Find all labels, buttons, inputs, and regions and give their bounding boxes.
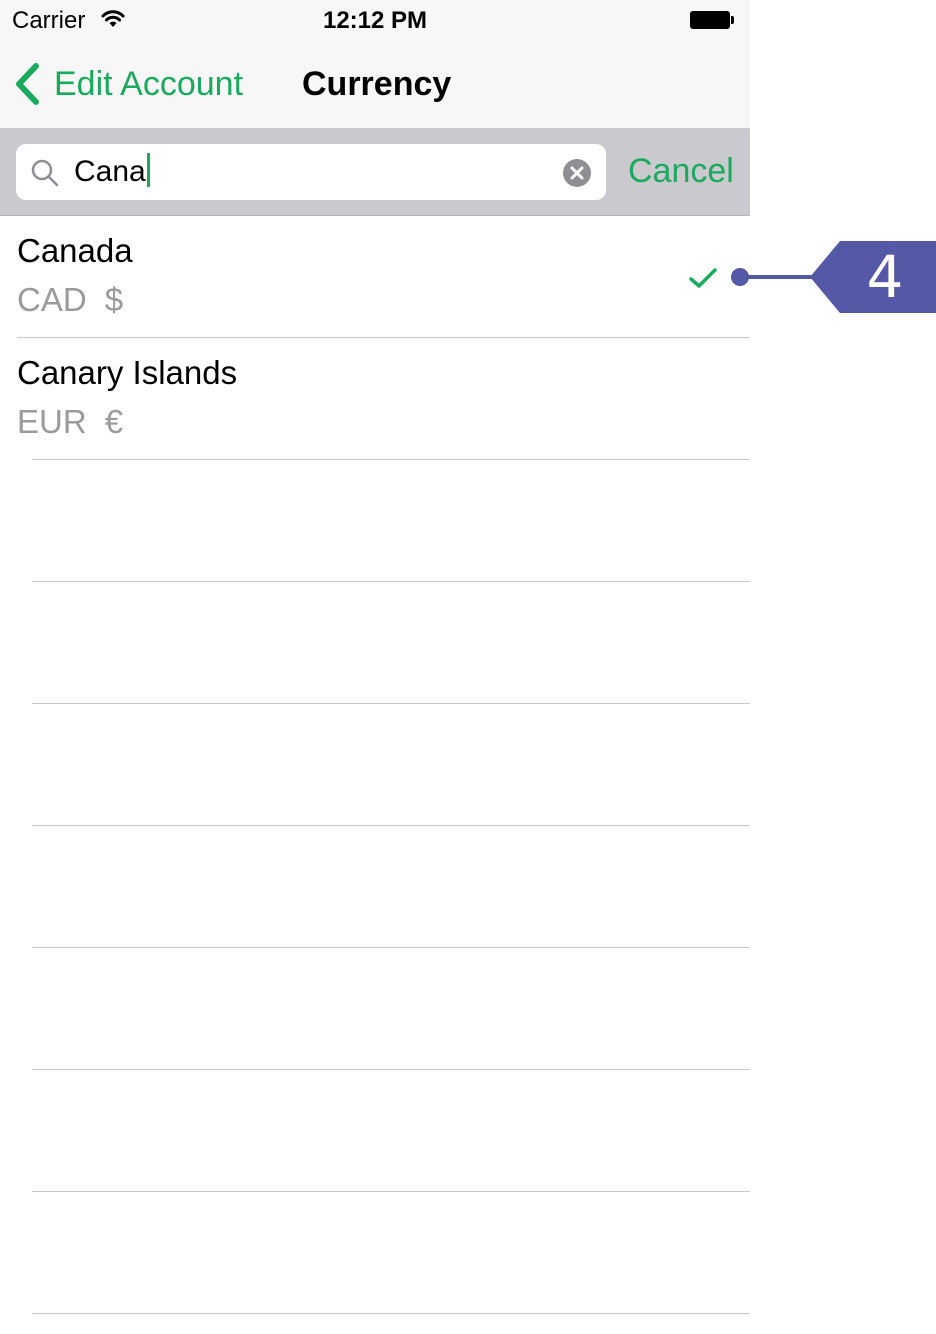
empty-row-separator (32, 1069, 750, 1070)
currency-code: CAD (17, 281, 87, 318)
page-title: Currency (302, 65, 452, 103)
cancel-button[interactable]: Cancel (628, 149, 734, 193)
battery-icon (690, 11, 734, 29)
back-button[interactable]: Edit Account (14, 58, 243, 110)
status-time: 12:12 PM (322, 7, 428, 34)
search-input-value: Cana (74, 155, 146, 188)
search-field[interactable]: Cana (16, 144, 606, 200)
country-name: Canada (17, 232, 133, 269)
currency-info: EUR € (17, 401, 123, 443)
currency-row-canada[interactable]: Canada CAD $ (0, 216, 750, 337)
empty-row-separator (32, 581, 750, 582)
currency-symbol: $ (104, 281, 124, 318)
currency-code: EUR (17, 403, 87, 440)
search-bar: Cana Cancel (0, 129, 750, 216)
back-button-label: Edit Account (54, 65, 244, 103)
empty-row-separator (32, 947, 750, 948)
search-icon (31, 159, 59, 187)
currency-screen: Carrier 12:12 PM Edit Account Currency C… (0, 0, 750, 1334)
empty-row-separator (32, 1313, 750, 1314)
currency-info: CAD $ (17, 279, 123, 321)
currency-symbol: € (104, 403, 124, 440)
empty-row-separator (32, 825, 750, 826)
currency-row-canary-islands[interactable]: Canary Islands EUR € (0, 338, 750, 459)
search-input[interactable]: Cana (74, 152, 150, 192)
empty-row-separator (32, 459, 750, 460)
navigation-bar: Carrier 12:12 PM Edit Account Currency (0, 0, 750, 129)
chevron-left-icon (16, 63, 39, 105)
annotation-number: 4 (866, 243, 904, 311)
clear-icon[interactable] (563, 159, 591, 187)
country-name: Canary Islands (17, 354, 238, 391)
empty-row-separator (32, 703, 750, 704)
empty-row-separator (32, 1191, 750, 1192)
checkmark-icon (689, 268, 717, 288)
text-cursor (146, 153, 150, 187)
